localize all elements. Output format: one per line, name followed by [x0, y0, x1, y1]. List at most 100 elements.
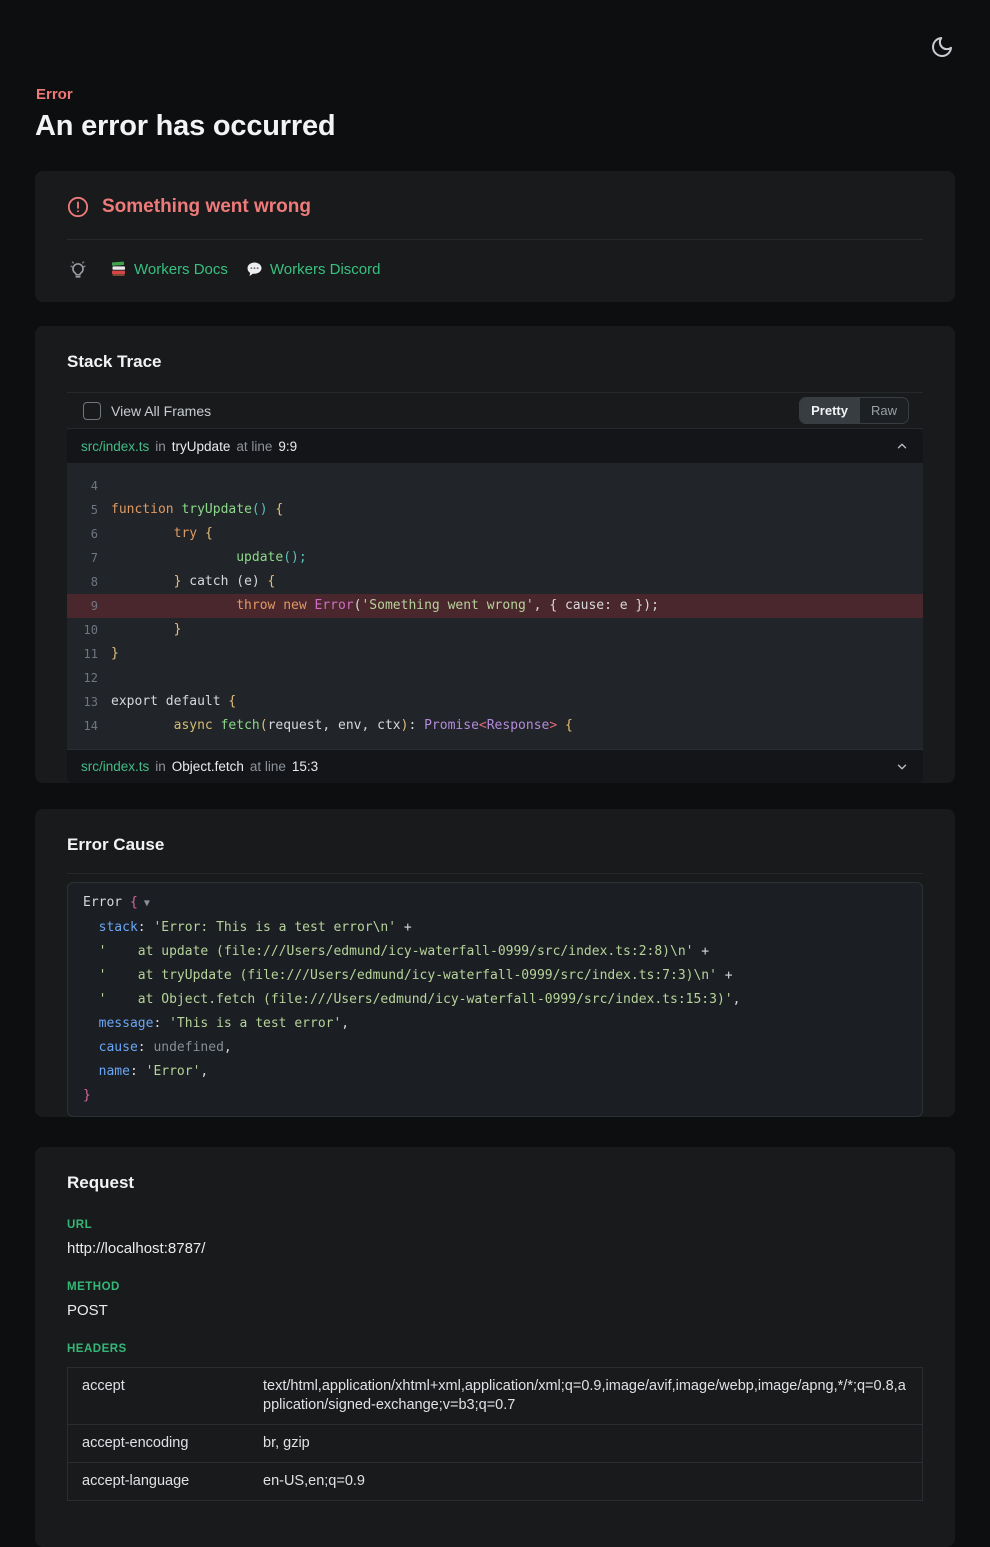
help-links-row: Workers Docs Workers Discord [67, 239, 923, 302]
code-token: tryUpdate [181, 502, 251, 517]
code-line: message: 'This is a test error', [83, 1012, 907, 1036]
code-token [83, 1064, 99, 1079]
view-all-frames-checkbox[interactable] [83, 402, 101, 420]
stack-frame-header-1[interactable]: src/index.ts in tryUpdate at line 9:9 [67, 429, 923, 463]
stack-trace-title: Stack Trace [67, 326, 923, 372]
workers-discord-label: Workers Discord [270, 261, 381, 278]
header-value: br, gzip [263, 1425, 922, 1462]
code-token [111, 526, 174, 541]
code-token [83, 920, 99, 935]
code-line: 8 } catch (e) { [67, 570, 923, 594]
line-number: 4 [67, 474, 98, 498]
code-token: 'Something went wrong' [361, 598, 533, 613]
code-token: throw new [236, 598, 314, 613]
code-token: export default [111, 694, 228, 709]
collapse-caret-icon[interactable]: ▼ [138, 898, 150, 909]
code-token [83, 944, 99, 959]
code-text: ' at Object.fetch (file:///Users/edmund/… [83, 988, 907, 1012]
code-token: , [224, 1040, 232, 1055]
code-text: } [83, 1084, 907, 1108]
code-token: } [111, 646, 119, 661]
error-eyebrow: Error [36, 86, 955, 103]
header-row: accepttext/html,application/xhtml+xml,ap… [68, 1368, 922, 1424]
code-text: async fetch(request, env, ctx): Promise<… [111, 714, 923, 738]
code-text: function tryUpdate() { [111, 498, 923, 522]
code-token: Error [83, 895, 130, 910]
books-icon [111, 261, 127, 277]
stack-frame-header-2[interactable]: src/index.ts in Object.fetch at line 15:… [67, 749, 923, 783]
frame-file: src/index.ts [81, 439, 149, 454]
workers-docs-label: Workers Docs [134, 261, 228, 278]
line-number: 9 [67, 594, 98, 618]
code-token: { [565, 718, 573, 733]
code-text: } [111, 618, 923, 642]
code-text: ' at tryUpdate (file:///Users/edmund/icy… [83, 964, 907, 988]
code-token [557, 718, 565, 733]
code-token: async [174, 718, 221, 733]
line-number: 12 [67, 666, 98, 690]
raw-button[interactable]: Raw [859, 398, 908, 423]
code-token: } [83, 1088, 91, 1103]
code-token: 'Error: This is a test error\n' [153, 920, 396, 935]
code-token: { [130, 895, 138, 910]
code-token: catch (e) [181, 574, 267, 589]
code-token: (); [283, 550, 306, 565]
header-row: accept-languageen-US,en;q=0.9 [68, 1462, 922, 1500]
code-token [83, 968, 99, 983]
code-line: 12 [67, 666, 923, 690]
code-token: name [99, 1064, 130, 1079]
line-number: 6 [67, 522, 98, 546]
error-cause-code: Error { ▼ stack: 'Error: This is a test … [67, 882, 923, 1117]
code-token: try [174, 526, 197, 541]
code-token [197, 526, 205, 541]
error-page: Error An error has occurred Something we… [0, 0, 990, 1547]
code-token: { [205, 526, 213, 541]
workers-discord-link[interactable]: Workers Discord [246, 261, 381, 278]
method-value: POST [67, 1302, 923, 1319]
line-number: 11 [67, 642, 98, 666]
code-token: message [99, 1016, 154, 1031]
code-token: > [549, 718, 557, 733]
code-token: ' at tryUpdate (file:///Users/edmund/icy… [99, 968, 717, 983]
alert-circle-icon [67, 196, 89, 218]
code-line: } [83, 1084, 907, 1108]
alert-row: Something went wrong [67, 171, 923, 239]
workers-docs-link[interactable]: Workers Docs [111, 261, 228, 278]
url-value: http://localhost:8787/ [67, 1240, 923, 1257]
code-text: } catch (e) { [111, 570, 923, 594]
code-token: : [138, 920, 154, 935]
code-token [83, 1016, 99, 1031]
frame-file: src/index.ts [81, 759, 149, 774]
code-line: ' at Object.fetch (file:///Users/edmund/… [83, 988, 907, 1012]
speech-balloon-icon [246, 261, 263, 278]
code-text: update(); [111, 546, 923, 570]
code-token: 'Error' [146, 1064, 201, 1079]
line-number: 10 [67, 618, 98, 642]
chevron-down-icon [895, 760, 909, 774]
code-line: stack: 'Error: This is a test error\n' + [83, 916, 907, 940]
code-line: Error { ▼ [83, 891, 907, 916]
code-token: ' at update (file:///Users/edmund/icy-wa… [99, 944, 694, 959]
frame-method: tryUpdate [172, 439, 231, 454]
theme-toggle-button[interactable] [928, 34, 956, 62]
code-token: function [111, 502, 181, 517]
code-token: < [479, 718, 487, 733]
chevron-up-icon [895, 439, 909, 453]
pretty-button[interactable]: Pretty [800, 398, 859, 423]
code-line: 4 [67, 474, 923, 498]
request-card: Request URL http://localhost:8787/ METHO… [35, 1147, 955, 1547]
url-label: URL [67, 1219, 923, 1231]
code-token [111, 622, 174, 637]
code-line: 7 update(); [67, 546, 923, 570]
code-token: , [341, 1016, 349, 1031]
code-line: ' at tryUpdate (file:///Users/edmund/icy… [83, 964, 907, 988]
line-number: 8 [67, 570, 98, 594]
line-number: 5 [67, 498, 98, 522]
headers-label: HEADERS [67, 1343, 923, 1355]
code-token: : [408, 718, 424, 733]
code-token: + [717, 968, 733, 983]
request-title: Request [67, 1147, 923, 1193]
code-token [83, 992, 99, 1007]
frame-in-label: in [155, 439, 166, 454]
frame-position: 9:9 [278, 439, 297, 454]
